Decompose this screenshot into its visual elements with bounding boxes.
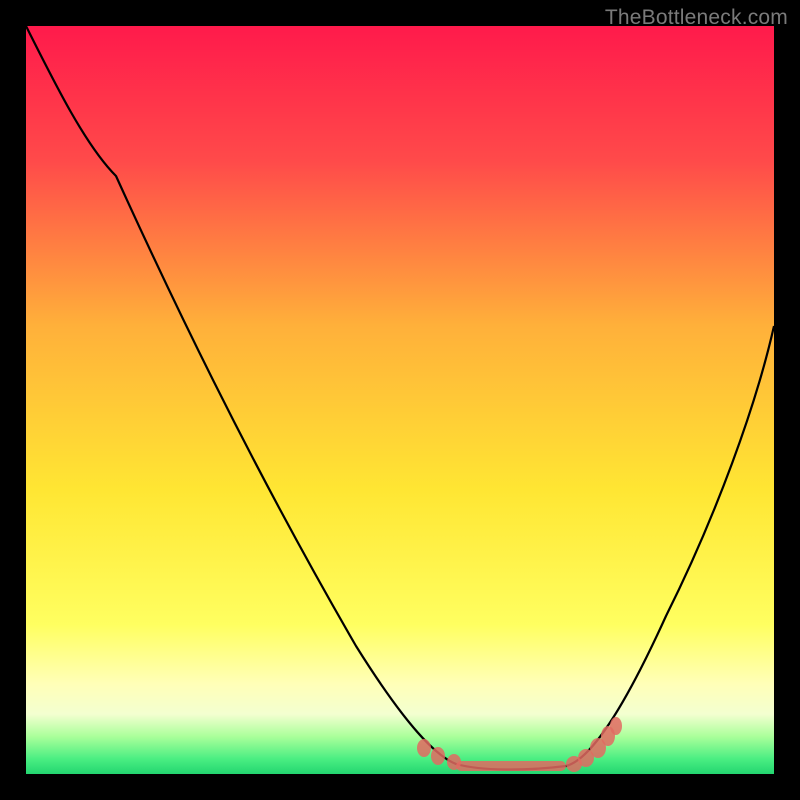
highlight-markers [417, 717, 622, 772]
bottleneck-curve [26, 26, 774, 770]
watermark-text: TheBottleneck.com [605, 6, 788, 30]
chart-frame [26, 26, 774, 774]
chart-svg [26, 26, 774, 774]
